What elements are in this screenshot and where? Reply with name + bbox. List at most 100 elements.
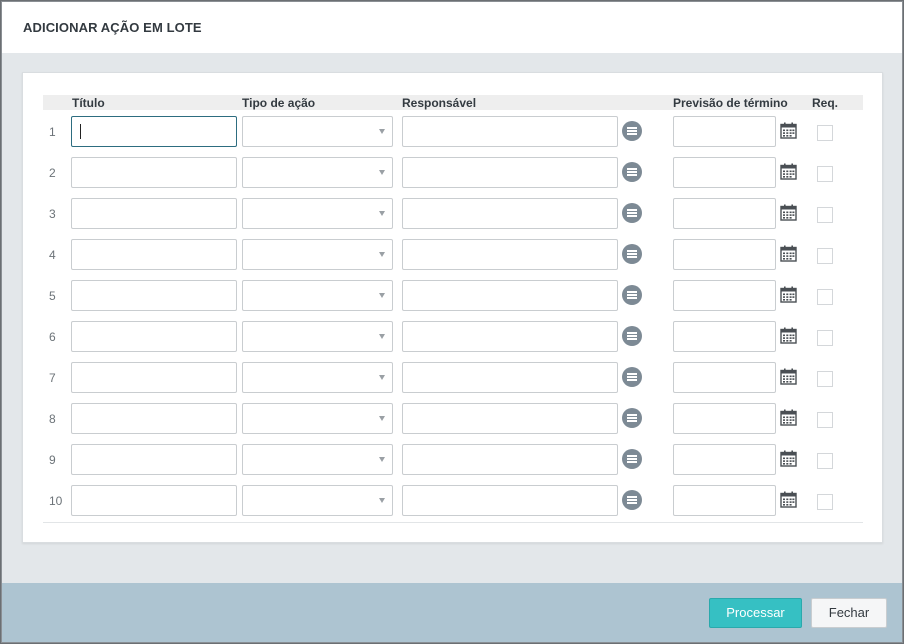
list-icon[interactable] xyxy=(622,285,642,305)
calendar-icon[interactable] xyxy=(780,286,797,303)
titulo-input[interactable] xyxy=(71,198,237,229)
list-icon[interactable] xyxy=(622,121,642,141)
previsao-termino-input[interactable] xyxy=(673,362,776,393)
table-row-8: 8 xyxy=(23,403,884,434)
tipo-acao-select[interactable] xyxy=(242,321,393,352)
previsao-termino-input[interactable] xyxy=(673,403,776,434)
modal-title: ADICIONAR AÇÃO EM LOTE xyxy=(23,20,202,35)
dropdown-arrow-icon xyxy=(379,293,385,298)
calendar-icon[interactable] xyxy=(780,491,797,508)
list-icon[interactable] xyxy=(622,326,642,346)
list-icon[interactable] xyxy=(622,244,642,264)
header-previsao-termino: Previsão de término xyxy=(673,96,788,110)
dropdown-arrow-icon xyxy=(379,170,385,175)
table-row-3: 3 xyxy=(23,198,884,229)
titulo-input[interactable] xyxy=(71,239,237,270)
table-row-9: 9 xyxy=(23,444,884,475)
table-row-10: 10 xyxy=(23,485,884,516)
list-icon[interactable] xyxy=(622,162,642,182)
req-checkbox[interactable] xyxy=(817,412,833,428)
calendar-icon[interactable] xyxy=(780,327,797,344)
table-row-5: 5 xyxy=(23,280,884,311)
titulo-input[interactable] xyxy=(71,485,237,516)
responsavel-input[interactable] xyxy=(402,403,618,434)
dropdown-arrow-icon xyxy=(379,129,385,134)
responsavel-input[interactable] xyxy=(402,239,618,270)
titulo-input[interactable] xyxy=(71,157,237,188)
tipo-acao-select[interactable] xyxy=(242,157,393,188)
calendar-icon[interactable] xyxy=(780,245,797,262)
responsavel-input[interactable] xyxy=(402,116,618,147)
calendar-icon[interactable] xyxy=(780,163,797,180)
modal-header: ADICIONAR AÇÃO EM LOTE xyxy=(2,2,902,53)
tipo-acao-select[interactable] xyxy=(242,116,393,147)
req-checkbox[interactable] xyxy=(817,166,833,182)
dropdown-arrow-icon xyxy=(379,252,385,257)
previsao-termino-input[interactable] xyxy=(673,239,776,270)
list-icon[interactable] xyxy=(622,203,642,223)
responsavel-input[interactable] xyxy=(402,485,618,516)
req-checkbox[interactable] xyxy=(817,125,833,141)
tipo-acao-select[interactable] xyxy=(242,198,393,229)
titulo-input[interactable] xyxy=(71,362,237,393)
row-number: 7 xyxy=(49,371,56,385)
table-row-1: 1 xyxy=(23,116,884,147)
header-titulo: Título xyxy=(72,96,105,110)
previsao-termino-input[interactable] xyxy=(673,157,776,188)
req-checkbox[interactable] xyxy=(817,289,833,305)
calendar-icon[interactable] xyxy=(780,204,797,221)
previsao-termino-input[interactable] xyxy=(673,198,776,229)
calendar-icon[interactable] xyxy=(780,450,797,467)
req-checkbox[interactable] xyxy=(817,494,833,510)
titulo-input[interactable] xyxy=(71,280,237,311)
table-header: Título Tipo de ação Responsável Previsão… xyxy=(43,95,863,110)
dropdown-arrow-icon xyxy=(379,457,385,462)
dropdown-arrow-icon xyxy=(379,498,385,503)
titulo-input[interactable] xyxy=(71,116,237,147)
previsao-termino-input[interactable] xyxy=(673,116,776,147)
titulo-input[interactable] xyxy=(71,321,237,352)
calendar-icon[interactable] xyxy=(780,409,797,426)
row-number: 2 xyxy=(49,166,56,180)
tipo-acao-select[interactable] xyxy=(242,403,393,434)
row-number: 1 xyxy=(49,125,56,139)
header-responsavel: Responsável xyxy=(402,96,477,110)
responsavel-input[interactable] xyxy=(402,444,618,475)
previsao-termino-input[interactable] xyxy=(673,444,776,475)
req-checkbox[interactable] xyxy=(817,207,833,223)
list-icon[interactable] xyxy=(622,408,642,428)
close-button[interactable]: Fechar xyxy=(811,598,887,628)
calendar-icon[interactable] xyxy=(780,368,797,385)
tipo-acao-select[interactable] xyxy=(242,485,393,516)
list-icon[interactable] xyxy=(622,490,642,510)
responsavel-input[interactable] xyxy=(402,198,618,229)
req-checkbox[interactable] xyxy=(817,248,833,264)
req-checkbox[interactable] xyxy=(817,371,833,387)
req-checkbox[interactable] xyxy=(817,330,833,346)
req-checkbox[interactable] xyxy=(817,453,833,469)
responsavel-input[interactable] xyxy=(402,321,618,352)
text-cursor xyxy=(80,124,81,139)
titulo-input[interactable] xyxy=(71,403,237,434)
row-number: 10 xyxy=(49,494,63,508)
responsavel-input[interactable] xyxy=(402,280,618,311)
previsao-termino-input[interactable] xyxy=(673,321,776,352)
batch-table-panel: Título Tipo de ação Responsável Previsão… xyxy=(22,72,883,543)
table-row-2: 2 xyxy=(23,157,884,188)
responsavel-input[interactable] xyxy=(402,362,618,393)
batch-action-modal: ADICIONAR AÇÃO EM LOTE Título Tipo de aç… xyxy=(1,1,903,643)
previsao-termino-input[interactable] xyxy=(673,485,776,516)
tipo-acao-select[interactable] xyxy=(242,362,393,393)
process-button[interactable]: Processar xyxy=(709,598,802,628)
titulo-input[interactable] xyxy=(71,444,237,475)
list-icon[interactable] xyxy=(622,367,642,387)
table-divider xyxy=(43,522,863,523)
list-icon[interactable] xyxy=(622,449,642,469)
tipo-acao-select[interactable] xyxy=(242,280,393,311)
header-req: Req. xyxy=(812,96,839,110)
responsavel-input[interactable] xyxy=(402,157,618,188)
calendar-icon[interactable] xyxy=(780,122,797,139)
previsao-termino-input[interactable] xyxy=(673,280,776,311)
tipo-acao-select[interactable] xyxy=(242,444,393,475)
tipo-acao-select[interactable] xyxy=(242,239,393,270)
